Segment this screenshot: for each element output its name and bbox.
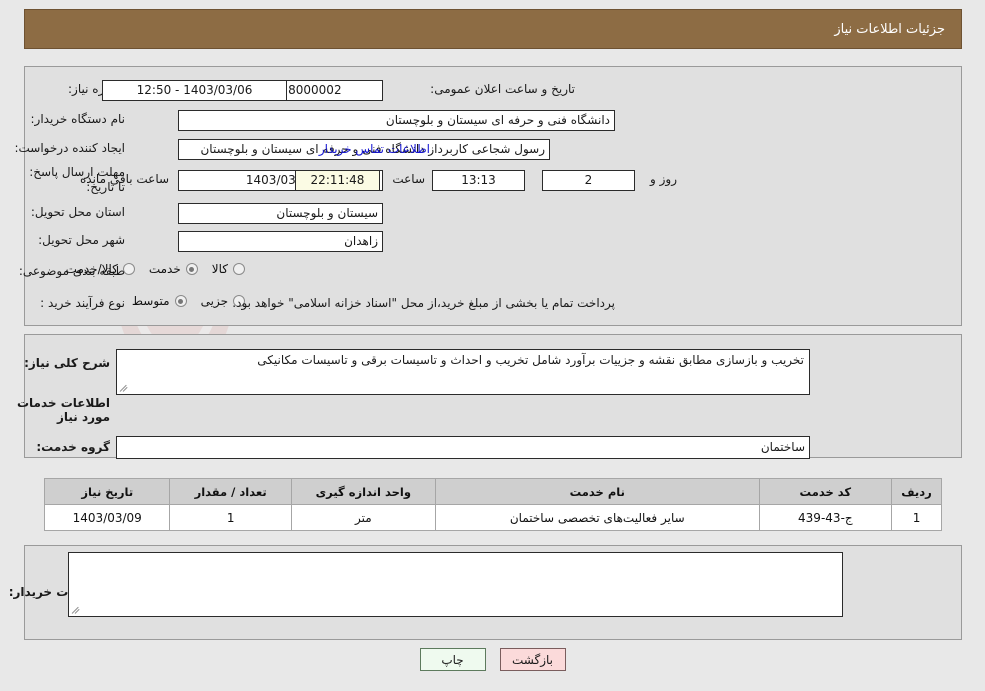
deadline-remaining-label: ساعت باقی مانده (80, 172, 170, 186)
cell-radif: 1 (891, 504, 942, 531)
deadline-days-value: 2 (542, 170, 635, 191)
th-name: نام خدمت (434, 478, 760, 505)
category-options: کالا خدمت کالا/خدمت (52, 262, 245, 276)
print-button[interactable]: چاپ (419, 648, 486, 671)
cell-date: 1403/03/09 (43, 504, 171, 531)
services-table: ردیف کد خدمت نام خدمت واحد اندازه گیری ت… (43, 478, 942, 531)
deadline-days-label: روز و (650, 172, 677, 186)
th-radif: ردیف (891, 478, 942, 505)
general-desc-label: شرح کلی نیاز: (24, 356, 110, 370)
services-heading: اطلاعات خدمات مورد نیاز (16, 396, 110, 424)
radio-purchase-motavaset-label: متوسط (131, 294, 170, 308)
buyer-org-value: دانشگاه فنی و حرفه ای سیستان و بلوچستان (178, 110, 615, 131)
page-title: جزئیات اطلاعات نیاز (834, 21, 945, 37)
purchase-type-note: پرداخت تمام یا بخشی از مبلغ خرید،از محل … (232, 296, 615, 310)
radio-category-kala-khedmat[interactable] (122, 263, 135, 275)
radio-purchase-jozii-label: جزیی (200, 294, 228, 308)
buyer-org-row: نام دستگاه خریدار: (31, 112, 126, 126)
radio-category-khedmat[interactable] (185, 263, 198, 275)
radio-category-kala-label: کالا (211, 262, 228, 276)
request-creator-label: ایجاد کننده درخواست: (14, 141, 125, 155)
deadline-hour-label: ساعت (392, 172, 425, 186)
service-group-label: گروه خدمت: (36, 440, 110, 454)
buyer-notes-textarea[interactable] (68, 552, 843, 617)
cell-unit: متر (290, 504, 436, 531)
announce-datetime-label: تاریخ و ساعت اعلان عمومی: (430, 82, 575, 96)
request-creator-row: ایجاد کننده درخواست: (14, 141, 125, 155)
resize-grip-icon[interactable] (119, 383, 130, 393)
resize-grip-icon[interactable] (71, 605, 82, 615)
cell-name: سایر فعالیت‌های تخصصی ساختمان (434, 504, 760, 531)
announce-datetime-value: 1403/03/06 - 12:50 (102, 80, 287, 101)
th-date: تاریخ نیاز (43, 478, 171, 505)
province-label: استان محل تحویل: (30, 205, 125, 219)
radio-category-kala[interactable] (233, 263, 245, 275)
page-header: جزئیات اطلاعات نیاز (24, 9, 962, 49)
th-quantity: تعداد / مقدار (169, 478, 292, 505)
th-unit: واحد اندازه گیری (290, 478, 436, 505)
purchase-type-row: نوع فرآیند خرید : (40, 296, 125, 310)
buyer-org-label: نام دستگاه خریدار: (30, 112, 126, 126)
radio-category-kala-khedmat-label: کالا/خدمت (65, 262, 118, 276)
need-summary-panel (24, 66, 962, 326)
cell-code: ج-43-439 (758, 504, 893, 531)
city-label: شهر محل تحویل: (38, 233, 125, 247)
purchase-type-options: جزیی متوسط (118, 294, 245, 308)
service-group-value: ساختمان (116, 436, 810, 459)
deadline-hour-value: 13:13 (432, 170, 525, 191)
purchase-type-label: نوع فرآیند خرید : (40, 296, 125, 310)
province-row: استان محل تحویل: (31, 205, 125, 219)
radio-category-khedmat-label: خدمت (148, 262, 181, 276)
city-row: شهر محل تحویل: (38, 233, 125, 247)
deadline-countdown-value: 22:11:48 (295, 170, 380, 191)
action-button-bar: بازگشت چاپ (0, 648, 985, 671)
cell-quantity: 1 (169, 504, 292, 531)
table-header-row: ردیف کد خدمت نام خدمت واحد اندازه گیری ت… (43, 478, 942, 505)
city-value: زاهدان (178, 231, 383, 252)
back-button[interactable]: بازگشت (499, 648, 566, 671)
table-row: 1 ج-43-439 سایر فعالیت‌های تخصصی ساختمان… (43, 504, 942, 531)
th-code: کد خدمت (758, 478, 893, 505)
announce-datetime-label-wrap: تاریخ و ساعت اعلان عمومی: (430, 82, 575, 96)
province-value: سیستان و بلوچستان (178, 203, 383, 224)
radio-purchase-motavaset[interactable] (174, 295, 187, 307)
general-desc-value: تخریب و بازسازی مطابق نقشه و جزییات برآو… (257, 353, 804, 367)
general-desc-textarea[interactable]: تخریب و بازسازی مطابق نقشه و جزییات برآو… (116, 349, 810, 395)
buyer-contact-link[interactable]: اطلاعات تماس خریدار (319, 142, 430, 156)
